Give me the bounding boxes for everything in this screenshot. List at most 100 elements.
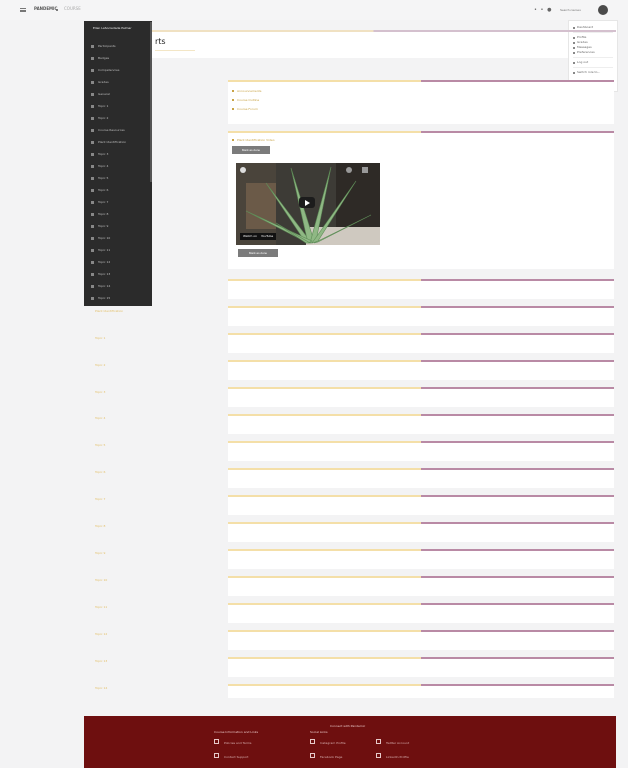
drawer-item[interactable]: Topic 5 xyxy=(91,176,108,181)
drawer-item[interactable]: Topic 3 xyxy=(91,152,108,157)
user-avatar[interactable] xyxy=(598,5,608,15)
breadcrumb[interactable]: COURSE xyxy=(64,6,81,11)
embedded-video[interactable]: Watch on YouTube xyxy=(236,163,380,245)
badge-icon xyxy=(91,56,94,60)
course-index-item[interactable]: Topic 8 xyxy=(95,524,105,528)
section-divider xyxy=(228,576,614,578)
site-footer: Connect with Pandemic Course Information… xyxy=(84,716,616,768)
drawer-item[interactable]: Topic 6 xyxy=(91,188,108,193)
activity-link[interactable]: Course Forum xyxy=(232,107,258,111)
drawer-item[interactable]: Topic 1 xyxy=(91,104,108,109)
course-index-item[interactable]: Topic 7 xyxy=(95,497,105,501)
mark-done-button[interactable]: Mark as done xyxy=(238,249,278,257)
drawer-item[interactable]: Participants xyxy=(91,44,116,49)
section-topic xyxy=(228,360,614,380)
drawer-course-title[interactable]: Ellen LaSociedade Palmar xyxy=(93,26,145,31)
activity-link[interactable]: Announcements xyxy=(232,89,261,93)
course-index-item[interactable]: Topic 5 xyxy=(95,443,105,447)
course-index-item[interactable]: Topic 6 xyxy=(95,470,105,474)
folder-icon xyxy=(91,260,94,264)
footer-heading: Connect with Pandemic xyxy=(330,724,366,728)
section-topic xyxy=(228,279,614,299)
section-divider xyxy=(228,387,614,389)
folder-icon xyxy=(91,152,94,156)
section-divider xyxy=(228,549,614,551)
drawer-item-label: Topic 14 xyxy=(98,284,111,288)
course-index-item[interactable]: Topic 10 xyxy=(95,578,107,582)
drawer-item[interactable]: Topic 10 xyxy=(91,236,110,241)
drawer-item-label: Topic 5 xyxy=(98,176,109,180)
drawer-item[interactable]: Competencies xyxy=(91,68,119,73)
activity-link[interactable]: Course Outline xyxy=(232,98,259,102)
notification-icons[interactable]: • • ● xyxy=(534,7,552,13)
drawer-item[interactable]: Grades xyxy=(91,80,109,85)
section-topic xyxy=(228,441,614,461)
drawer-item[interactable]: Badges xyxy=(91,56,109,61)
section-divider xyxy=(228,131,614,133)
watch-later-icon[interactable] xyxy=(346,167,352,173)
drawer-item[interactable]: Topic 15 xyxy=(91,296,110,301)
drawer-item[interactable]: Topic 12 xyxy=(91,260,110,265)
footer-col-title: Course Information and Links xyxy=(214,730,259,734)
channel-avatar-icon[interactable] xyxy=(240,167,246,173)
footer-link[interactable]: Instagram Profile xyxy=(320,741,346,745)
footer-link[interactable]: Twitter Account xyxy=(386,741,409,745)
hamburger-menu-icon[interactable] xyxy=(20,8,26,12)
course-index-item[interactable]: Topic 2 xyxy=(95,363,105,367)
drawer-item[interactable]: Topic 2 xyxy=(91,116,108,121)
drawer-item-label: Topic 2 xyxy=(98,116,109,120)
section-divider xyxy=(228,360,614,362)
folder-icon xyxy=(91,116,94,120)
folder-icon xyxy=(91,104,94,108)
menu-item-switch-role[interactable]: Switch role to... xyxy=(569,70,617,75)
course-index-item[interactable]: Topic 1 xyxy=(95,336,105,340)
course-index-item[interactable]: Topic 12 xyxy=(95,632,107,636)
drawer-item[interactable]: Course Resources xyxy=(91,128,125,133)
play-icon[interactable] xyxy=(299,197,315,208)
course-index-item[interactable]: Topic 11 xyxy=(95,605,107,609)
menu-divider xyxy=(573,67,613,68)
menu-item-logout[interactable]: Log out xyxy=(569,60,617,65)
section-topic xyxy=(228,414,614,434)
drawer-item-label: Topic 13 xyxy=(98,272,111,276)
mark-done-button[interactable]: Mark as done xyxy=(232,146,270,154)
drawer-item[interactable]: Topic 4 xyxy=(91,164,108,169)
top-navbar: PANDEMIC COURSE • • ● xyxy=(0,0,628,20)
course-index-item[interactable]: Topic 14 xyxy=(95,686,107,690)
footer-link[interactable]: Facebook Page xyxy=(320,755,342,759)
drawer-item[interactable]: Topic 14 xyxy=(91,284,110,289)
folder-icon xyxy=(91,248,94,252)
footer-link[interactable]: Policies and Terms xyxy=(224,741,251,745)
grades-icon xyxy=(91,80,94,84)
course-index-item[interactable]: Topic 4 xyxy=(95,416,105,420)
folder-icon xyxy=(91,140,94,144)
folder-icon xyxy=(91,92,94,96)
drawer-item[interactable]: Topic 11 xyxy=(91,248,110,253)
search-input[interactable] xyxy=(560,6,594,14)
course-index-item[interactable]: Topic 9 xyxy=(95,551,105,555)
course-index-item[interactable]: Topic 3 xyxy=(95,390,105,394)
youtube-logo-icon[interactable]: YouTube xyxy=(258,233,277,240)
drawer-item[interactable]: General xyxy=(91,92,110,97)
drawer-item-label: Topic 15 xyxy=(98,296,111,300)
drawer-item[interactable]: Topic 8 xyxy=(91,212,108,217)
section-heading[interactable]: Plant Identification Video xyxy=(232,138,275,142)
site-brand[interactable]: PANDEMIC xyxy=(34,6,57,11)
menu-divider xyxy=(573,32,613,33)
course-index-item[interactable]: Topic 13 xyxy=(95,659,107,663)
section-topic xyxy=(228,468,614,488)
footer-link[interactable]: LinkedIn Profile xyxy=(386,755,409,759)
drawer-item-label: Topic 7 xyxy=(98,200,109,204)
drawer-item[interactable]: Topic 9 xyxy=(91,224,108,229)
footer-link[interactable]: Contact Support xyxy=(224,755,249,759)
drawer-item[interactable]: Plant Identification xyxy=(91,140,126,145)
footer-col-title: Social Links xyxy=(310,730,328,734)
menu-item-preferences[interactable]: Preferences xyxy=(569,50,617,55)
drawer-item[interactable]: Topic 7 xyxy=(91,200,108,205)
share-icon[interactable] xyxy=(362,167,368,173)
drawer-item[interactable]: Topic 13 xyxy=(91,272,110,277)
drawer-scrollbar[interactable] xyxy=(150,22,152,182)
drawer-item-label: Plant Identification xyxy=(98,140,127,144)
course-index-item[interactable]: Plant Identification xyxy=(95,309,123,313)
document-icon xyxy=(214,753,219,758)
